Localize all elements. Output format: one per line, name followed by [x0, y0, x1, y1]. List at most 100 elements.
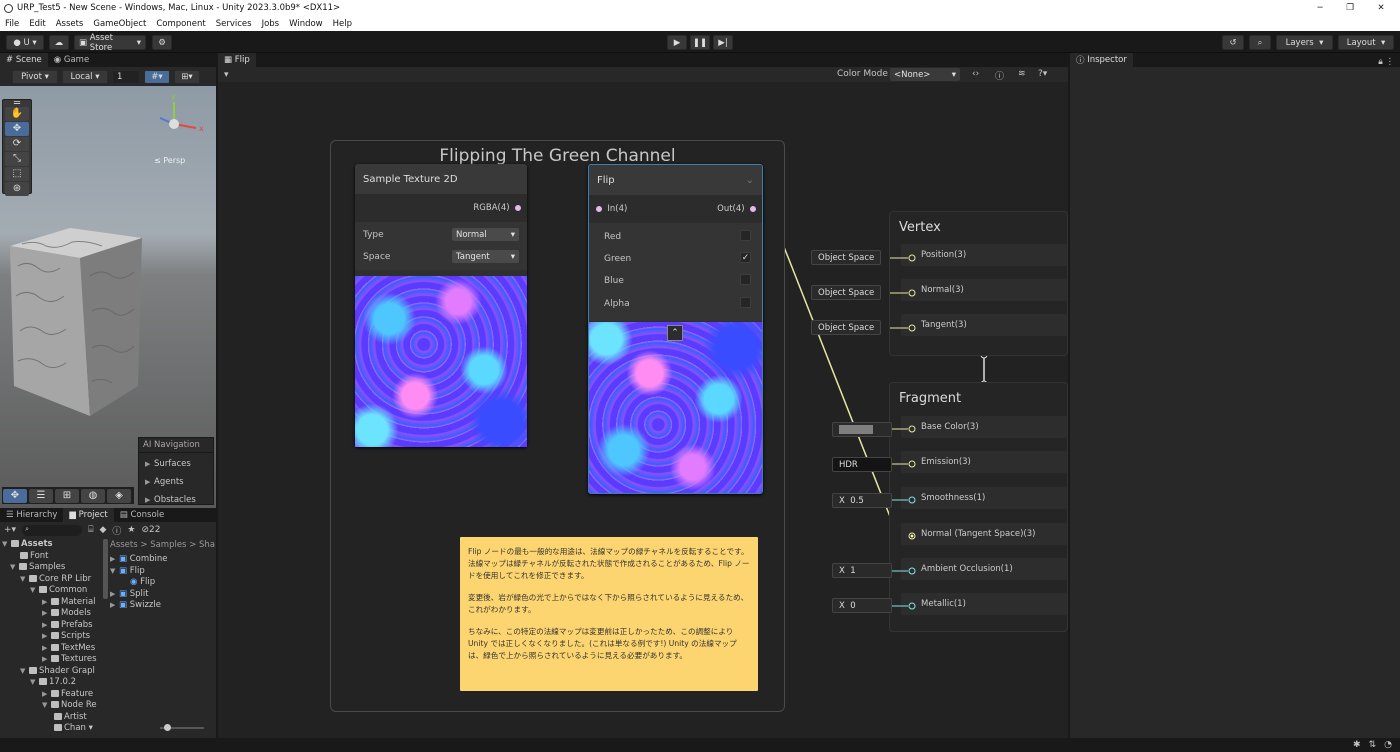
- project-toolbar: +▾ ⌕ ⌸ ◆ ⓘ ★ ⊘22: [0, 522, 216, 538]
- hidden-count-badge[interactable]: ⊘22: [141, 525, 160, 535]
- info-icon[interactable]: ⓘ: [112, 524, 121, 537]
- folder-tree[interactable]: ▼ Assets Font ▼ Samples ▼ Core RP Libr ▼ Com…: [2, 539, 105, 734]
- help-icon[interactable]: ?▾: [1038, 69, 1047, 79]
- shader-icon: ▣: [119, 554, 130, 564]
- tab-flip[interactable]: ▦ Flip: [218, 53, 256, 67]
- local-dropdown[interactable]: Local ▾: [62, 69, 108, 84]
- bug-icon[interactable]: ✱: [1353, 740, 1361, 750]
- tab-inspector[interactable]: ⓘ Inspector: [1070, 53, 1133, 67]
- tag-icon[interactable]: ◆: [99, 525, 106, 535]
- layers-dropdown[interactable]: Layers ▾: [1276, 35, 1333, 50]
- layout-icon[interactable]: ☰: [29, 488, 53, 503]
- ai-navigation-overlay: AI Navigation ▶ Surfaces ▶ Agents ▶ Obstacl…: [138, 437, 214, 505]
- filter-icon[interactable]: ⌸: [88, 525, 93, 535]
- menu-component[interactable]: Component: [151, 19, 210, 29]
- overlay-item-agents[interactable]: ▶ Agents: [145, 473, 207, 491]
- minimize-icon[interactable]: ─: [1305, 0, 1335, 16]
- persp-label[interactable]: ≤ Persp: [154, 156, 185, 165]
- asset-store-button[interactable]: ▣ Asset Store ▾: [74, 33, 146, 53]
- color-swatch: [839, 425, 873, 434]
- tab-console[interactable]: ▤ Console: [114, 508, 170, 522]
- overlay-item-surfaces[interactable]: ▶ Surfaces: [145, 455, 207, 473]
- network-icon[interactable]: ⇅: [1369, 740, 1377, 750]
- cloud-button[interactable]: ☁: [49, 35, 69, 50]
- close-icon[interactable]: ✕: [1366, 0, 1396, 16]
- color-mode-dropdown[interactable]: <None> ▾: [890, 68, 960, 81]
- grid-toggle[interactable]: #▾: [144, 69, 170, 84]
- drag-handle-icon[interactable]: ═: [5, 99, 29, 109]
- file-list[interactable]: ▶ ▣ Combine ▼ ▣ Flip ◉ Flip ▶ ▣ Split ▶ ▣ Sw…: [110, 554, 216, 612]
- layout-dropdown[interactable]: Layout ▾: [1338, 35, 1394, 50]
- zoom-slider[interactable]: [160, 724, 204, 731]
- services-button[interactable]: ⚙: [152, 35, 172, 50]
- smoothness-field[interactable]: X 0.5: [832, 493, 892, 508]
- scene-overlay-toolbar: ✥ ☰ ⊞ ◍ ◈: [2, 487, 134, 504]
- pivot-dropdown[interactable]: Pivot ▾: [12, 69, 58, 84]
- inspector-panel: ⓘ Inspector 🔒︎ ⋮: [1070, 53, 1400, 738]
- sphere-icon[interactable]: ◍: [81, 488, 105, 503]
- tab-hierarchy[interactable]: ☰ Hierarchy: [0, 508, 63, 522]
- grid-snap-field[interactable]: 1: [112, 69, 140, 84]
- tree-scrollbar[interactable]: [103, 539, 108, 599]
- pause-button[interactable]: ❚❚: [690, 35, 710, 50]
- search-input[interactable]: ⌕: [22, 524, 83, 536]
- step-button[interactable]: ▶|: [713, 35, 733, 50]
- add-icon[interactable]: +▾: [4, 525, 16, 535]
- grid-icon: #▾: [151, 71, 163, 82]
- play-button[interactable]: ▶: [667, 35, 687, 50]
- emission-field[interactable]: HDR: [832, 457, 892, 472]
- menu-assets[interactable]: Assets: [51, 19, 89, 29]
- search-icon: ⌕: [1257, 37, 1263, 48]
- tab-project[interactable]: ▆ Project: [63, 508, 114, 522]
- folder-icon: ▆: [69, 510, 79, 520]
- rect-tool-icon[interactable]: ⬚: [5, 167, 29, 181]
- tab-game[interactable]: ◉ Game: [48, 53, 95, 67]
- star-icon[interactable]: ★: [127, 525, 135, 535]
- chevron-right-icon: ▶: [145, 478, 151, 486]
- menu-gameobject[interactable]: GameObject: [88, 19, 151, 29]
- menu-services[interactable]: Services: [211, 19, 257, 29]
- breadcrumb[interactable]: Assets > Samples > Sha: [110, 540, 215, 550]
- overlay-item-obstacles[interactable]: ▶ Obstacles: [145, 491, 207, 509]
- layers-icon[interactable]: ≋: [1018, 69, 1026, 79]
- layers-icon[interactable]: ◈: [107, 488, 131, 503]
- lock-icon[interactable]: 🔒︎ ⋮: [1378, 57, 1400, 67]
- metallic-field[interactable]: X 0: [832, 598, 892, 613]
- info-icon: ⓘ: [1076, 56, 1088, 66]
- move-tool-icon[interactable]: ✥: [3, 488, 27, 503]
- play-icon: ▶: [673, 37, 681, 48]
- ao-field[interactable]: X 1: [832, 563, 892, 578]
- chevron-right-icon: ▶: [145, 460, 151, 468]
- gear-icon: ⚙: [158, 37, 166, 48]
- scene-viewport[interactable]: y x ≤ Persp AI Navigation ▶ Surfaces ▶ Age…: [0, 86, 216, 508]
- code-icon[interactable]: ‹›: [972, 69, 979, 79]
- hand-tool-icon[interactable]: ✋: [5, 107, 29, 121]
- account-button[interactable]: ● U ▾: [6, 35, 44, 50]
- scene-tabbar: # Scene ◉ Game: [0, 53, 216, 67]
- base-color-field[interactable]: [832, 422, 892, 437]
- tab-scene[interactable]: # Scene: [0, 53, 48, 67]
- console-icon: ▤: [119, 510, 131, 520]
- scene-toolbar: Pivot ▾ Local ▾ 1 #▾ ⊞▾: [0, 67, 216, 86]
- menu-jobs[interactable]: Jobs: [257, 19, 285, 29]
- transform-tool-icon[interactable]: ⊛: [5, 182, 29, 196]
- status-bar: ✱ ⇅ ◔: [0, 738, 1400, 752]
- menu-help[interactable]: Help: [328, 19, 357, 29]
- notification-icon[interactable]: ◔: [1384, 740, 1392, 750]
- save-icon[interactable]: ▾: [224, 70, 229, 80]
- menu-file[interactable]: File: [0, 19, 24, 29]
- menu-edit[interactable]: Edit: [24, 19, 50, 29]
- history-icon: ↺: [1229, 37, 1237, 48]
- snap-toggle[interactable]: ⊞▾: [174, 69, 200, 84]
- hierarchy-icon[interactable]: ⊞: [55, 488, 79, 503]
- rotate-tool-icon[interactable]: ⟳: [5, 137, 29, 151]
- info-icon[interactable]: ⓘ: [995, 69, 1004, 82]
- move-tool-icon[interactable]: ✥: [5, 122, 29, 136]
- maximize-icon[interactable]: ❐: [1335, 0, 1365, 16]
- history-button[interactable]: ↺: [1222, 35, 1244, 50]
- menu-window[interactable]: Window: [284, 19, 328, 29]
- graph-canvas[interactable]: Flipping The Green Channel Sample Textur…: [218, 82, 1068, 738]
- search-button[interactable]: ⌕: [1249, 35, 1271, 50]
- transform-tools-overlay: ═ ✋ ✥ ⟳ ⤡ ⬚ ⊛: [2, 99, 32, 196]
- scale-tool-icon[interactable]: ⤡: [5, 152, 29, 166]
